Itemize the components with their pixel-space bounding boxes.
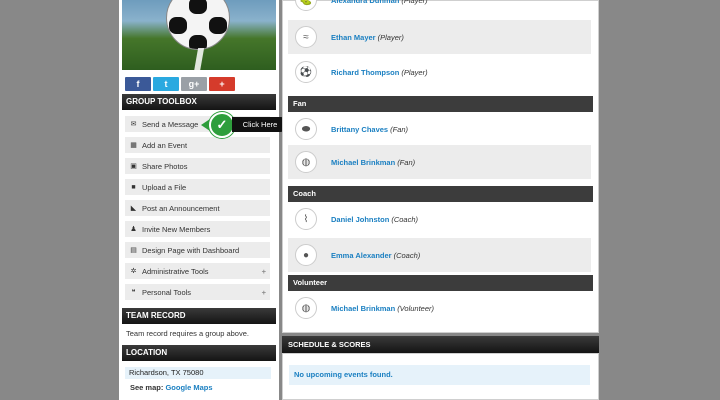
toolbox-item-label: Share Photos <box>142 161 188 171</box>
toolbox-item-label: Post an Announcement <box>142 203 220 213</box>
more-share-button[interactable]: + <box>209 77 235 91</box>
roster-member-row: ⚽ Richard Thompson (Player) <box>288 55 591 89</box>
toolbox-item-label: Send a Message <box>142 119 199 129</box>
photo-icon: ▣ <box>130 163 137 170</box>
roster-member-row: ⛳ Alexandra Dunman (Player) <box>288 0 591 17</box>
toolbox-item-administrative-tools[interactable]: ✲ Administrative Tools + <box>125 263 270 279</box>
person-icon: ♟ <box>130 226 137 233</box>
member-name-link[interactable]: Michael Brinkman <box>331 304 395 313</box>
group-cover-photo <box>122 0 276 70</box>
roster-member-row: ⌇ Daniel Johnston (Coach) <box>288 202 591 236</box>
toolbox-item-post-an-announcement[interactable]: ◣ Post an Announcement <box>125 200 270 216</box>
soccer-ball-image <box>166 0 230 50</box>
hockey-puck-icon: ⬬ <box>295 118 317 140</box>
roster-member-row: ≈ Ethan Mayer (Player) <box>288 20 591 54</box>
roster-member-row: ⬬ Brittany Chaves (Fan) <box>288 112 591 146</box>
swim-icon: ≈ <box>295 26 317 48</box>
fan-section-header: Fan <box>288 96 593 112</box>
google-plus-share-button[interactable]: g+ <box>181 77 207 91</box>
envelope-icon: ✉ <box>130 121 137 128</box>
roster-member-row: ◍ Michael Brinkman (Fan) <box>288 145 591 179</box>
member-name-link[interactable]: Richard Thompson <box>331 68 399 77</box>
toolbox-item-label: Invite New Members <box>142 224 211 234</box>
group-toolbox-header: GROUP TOOLBOX <box>122 94 276 110</box>
calendar-icon: ▦ <box>130 142 137 149</box>
toolbox-item-label: Design Page with Dashboard <box>142 245 240 255</box>
gear-icon: ✲ <box>130 268 137 275</box>
member-name-link[interactable]: Emma Alexander <box>331 251 392 260</box>
toolbox-item-upload-a-file[interactable]: ■ Upload a File <box>125 179 270 195</box>
member-name-link[interactable]: Ethan Mayer <box>331 33 376 42</box>
skate-icon: ⌇ <box>295 208 317 230</box>
member-role: (Volunteer) <box>397 303 435 313</box>
facebook-share-button[interactable]: f <box>125 77 151 91</box>
see-map-label: See map: <box>130 383 164 392</box>
toolbox-item-personal-tools[interactable]: ❝ Personal Tools + <box>125 284 270 300</box>
volleyball-icon: ◍ <box>295 297 317 319</box>
toolbox-item-label: Administrative Tools <box>142 266 209 276</box>
member-name-link[interactable]: Alexandra Dunman <box>331 0 399 5</box>
member-name-link[interactable]: Brittany Chaves <box>331 125 388 134</box>
toolbox-item-invite-new-members[interactable]: ♟ Invite New Members <box>125 221 270 237</box>
bowling-icon: ● <box>295 244 317 266</box>
rss-icon: ◣ <box>130 205 137 212</box>
toolbox-item-label: Add an Event <box>142 140 188 150</box>
location-address: Richardson, TX 75080 <box>125 367 271 379</box>
member-name-link[interactable]: Daniel Johnston <box>331 215 389 224</box>
toolbox-item-label: Upload a File <box>142 182 187 192</box>
toolbox-item-design-page-with-dashboard[interactable]: ▤ Design Page with Dashboard <box>125 242 270 258</box>
click-here-callout: Click Here <box>232 117 288 132</box>
coach-section-header: Coach <box>288 186 593 202</box>
toolbox-item-share-photos[interactable]: ▣ Share Photos <box>125 158 270 174</box>
volleyball-icon: ◍ <box>295 151 317 173</box>
field-line <box>193 48 205 70</box>
chat-icon: ❝ <box>131 289 136 296</box>
see-map-line: See map: Google Maps <box>130 383 213 392</box>
roster-member-row: ● Emma Alexander (Coach) <box>288 238 591 272</box>
member-role: (Fan) <box>397 157 416 167</box>
schedule-scores-header: SCHEDULE & SCORES <box>282 336 599 353</box>
member-role: (Coach) <box>391 214 419 224</box>
folder-icon: ■ <box>131 183 136 191</box>
expand-icon[interactable]: + <box>262 288 266 297</box>
volunteer-section-header: Volunteer <box>288 275 593 291</box>
soccer-ball-icon: ⚽ <box>295 61 317 83</box>
schedule-panel: No upcoming events found. <box>282 353 599 400</box>
member-role: (Player) <box>401 67 428 77</box>
toolbox-item-add-an-event[interactable]: ▦ Add an Event <box>125 137 270 153</box>
member-role: (Player) <box>377 32 404 42</box>
member-name-link[interactable]: Michael Brinkman <box>331 158 395 167</box>
toolbox-item-label: Personal Tools <box>142 287 192 297</box>
member-role: (Player) <box>401 0 428 5</box>
twitter-share-button[interactable]: t <box>153 77 179 91</box>
layout-icon: ▤ <box>130 247 137 254</box>
team-record-header: TEAM RECORD <box>122 308 276 324</box>
member-role: (Fan) <box>390 124 409 134</box>
expand-icon[interactable]: + <box>262 267 266 276</box>
roster-member-row: ◍ Michael Brinkman (Volunteer) <box>288 291 591 325</box>
team-record-text: Team record requires a group above. <box>126 329 249 338</box>
golf-icon: ⛳ <box>295 0 317 11</box>
no-events-message: No upcoming events found. <box>289 365 590 385</box>
share-buttons: f t g+ + <box>125 77 235 91</box>
member-role: (Coach) <box>393 250 421 260</box>
google-maps-link[interactable]: Google Maps <box>165 383 212 392</box>
left-sidebar: f t g+ + GROUP TOOLBOX TEAM RECORD Team … <box>119 0 279 400</box>
location-header: LOCATION <box>122 345 276 361</box>
